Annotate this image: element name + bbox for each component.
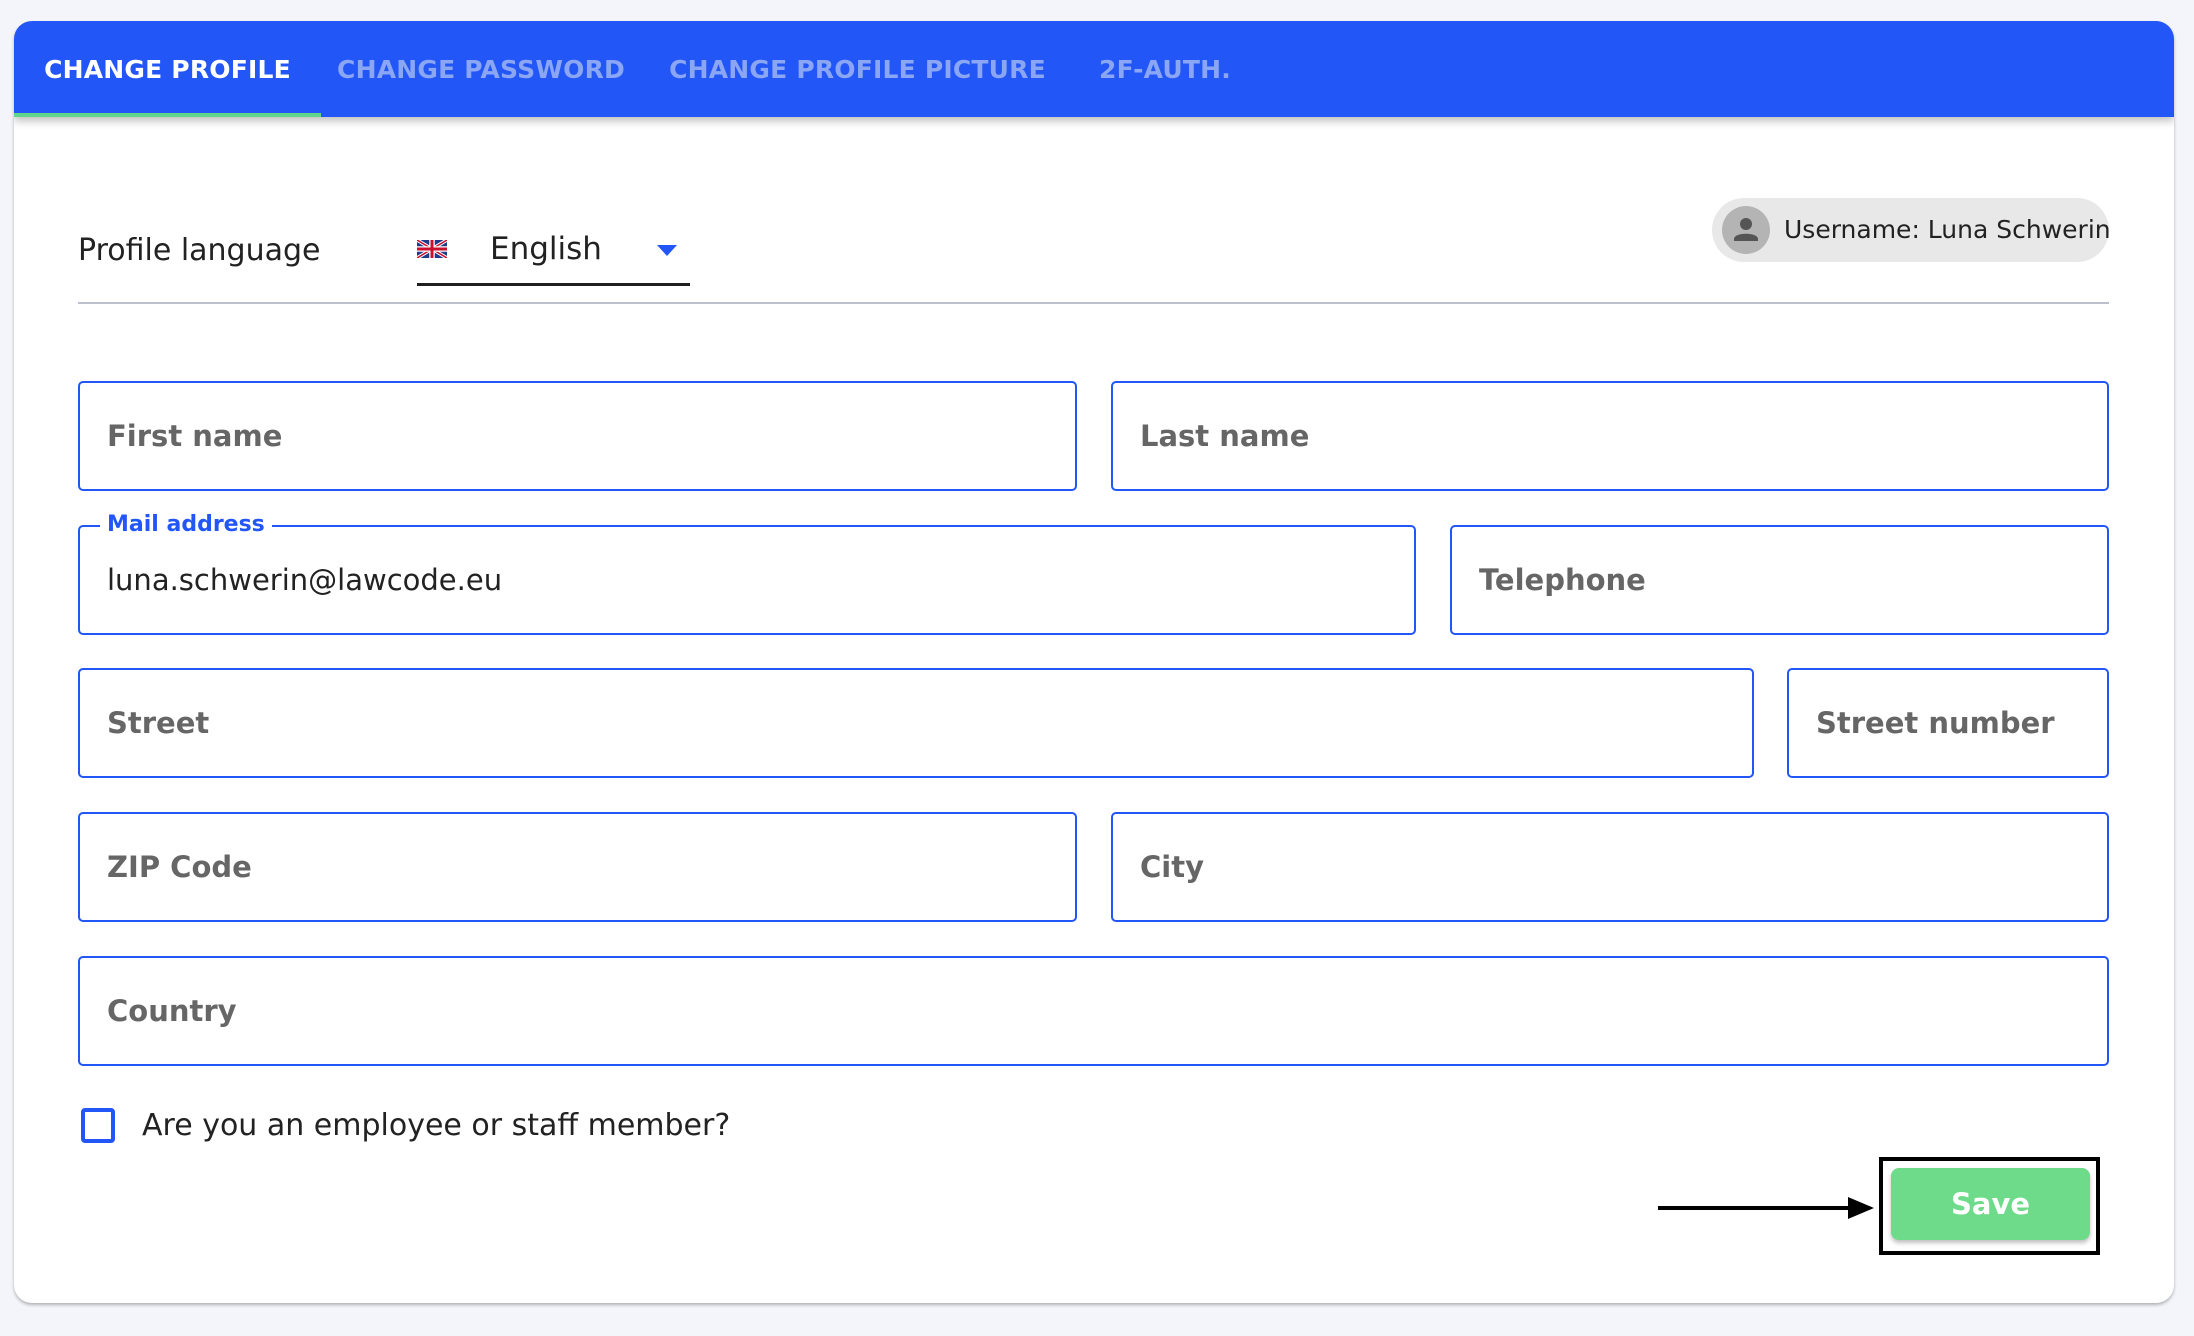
tab-label: 2F-AUTH.	[1098, 54, 1232, 84]
street-number-placeholder: Street number	[1816, 706, 2055, 740]
save-button[interactable]: Save	[1891, 1168, 2090, 1240]
profile-card: CHANGE PROFILE CHANGE PASSWORD CHANGE PR…	[14, 21, 2174, 1303]
employee-checkbox-label[interactable]: Are you an employee or staff member?	[142, 1104, 730, 1148]
uk-flag-icon	[417, 240, 447, 258]
avatar	[1722, 206, 1770, 254]
city-placeholder: City	[1140, 850, 1204, 884]
telephone-field[interactable]: Telephone	[1450, 525, 2109, 635]
last-name-placeholder: Last name	[1140, 419, 1310, 453]
tab-change-profile-picture[interactable]: CHANGE PROFILE PICTURE	[641, 21, 1074, 117]
dropdown-arrow-icon	[657, 245, 677, 256]
profile-language-label: Profile language	[78, 233, 321, 268]
zip-code-field[interactable]: ZIP Code	[78, 812, 1077, 922]
first-name-field[interactable]: First name	[78, 381, 1077, 491]
country-placeholder: Country	[107, 994, 237, 1028]
street-number-field[interactable]: Street number	[1787, 668, 2109, 778]
employee-checkbox[interactable]	[81, 1108, 115, 1143]
tab-2f-auth[interactable]: 2F-AUTH.	[1074, 21, 1256, 117]
first-name-placeholder: First name	[107, 419, 283, 453]
city-field[interactable]: City	[1111, 812, 2109, 922]
mail-address-value: luna.schwerin@lawcode.eu	[107, 563, 503, 597]
username-text: Username: Luna Schwerin	[1784, 215, 2111, 244]
active-tab-indicator	[14, 113, 321, 117]
zip-code-placeholder: ZIP Code	[107, 850, 252, 884]
tab-label: CHANGE PROFILE	[44, 54, 291, 84]
last-name-field[interactable]: Last name	[1111, 381, 2109, 491]
street-placeholder: Street	[107, 706, 210, 740]
tab-label: CHANGE PASSWORD	[337, 54, 625, 84]
tab-bar: CHANGE PROFILE CHANGE PASSWORD CHANGE PR…	[14, 21, 2174, 117]
section-divider	[78, 302, 2109, 304]
selected-language: English	[490, 231, 602, 267]
tab-change-profile[interactable]: CHANGE PROFILE	[14, 21, 321, 117]
telephone-placeholder: Telephone	[1479, 563, 1646, 597]
street-field[interactable]: Street	[78, 668, 1754, 778]
country-field[interactable]: Country	[78, 956, 2109, 1066]
tab-change-password[interactable]: CHANGE PASSWORD	[321, 21, 641, 117]
person-icon	[1734, 218, 1758, 241]
tab-label: CHANGE PROFILE PICTURE	[669, 54, 1046, 84]
username-chip: Username: Luna Schwerin	[1712, 198, 2111, 262]
annotation-arrow-icon	[1658, 1197, 1874, 1219]
profile-language-select[interactable]: English	[417, 221, 690, 286]
mail-address-field[interactable]: Mail address luna.schwerin@lawcode.eu	[78, 511, 1416, 635]
